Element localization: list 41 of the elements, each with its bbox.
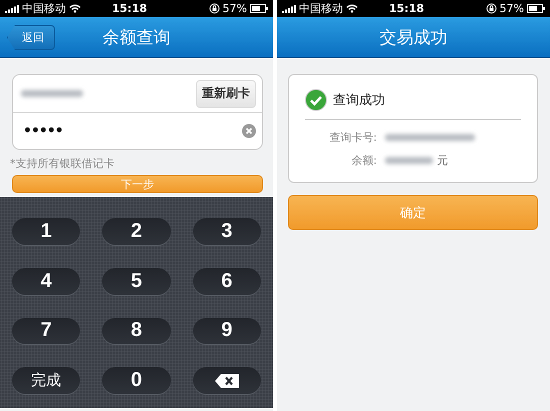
card-support-note: *支持所有银联借记卡 bbox=[10, 156, 116, 171]
carrier-name: 中国移动 bbox=[22, 1, 66, 16]
page-title: 余额查询 bbox=[102, 26, 170, 48]
keypad-key[interactable]: 6 bbox=[192, 268, 261, 294]
clock-time: 15:18 bbox=[389, 2, 426, 15]
currency-unit: 元 bbox=[437, 153, 448, 168]
carrier-name: 中国移动 bbox=[299, 1, 343, 16]
check-icon bbox=[305, 89, 327, 111]
swipe-card-button[interactable]: 重新刷卡 bbox=[196, 80, 256, 108]
blurred-card-number bbox=[21, 90, 83, 97]
clock-time: 15:18 bbox=[112, 2, 148, 15]
rotation-lock-icon bbox=[208, 3, 220, 14]
battery-level: 57% bbox=[222, 2, 247, 15]
result-title: 查询成功 bbox=[333, 92, 385, 109]
wifi-icon bbox=[69, 4, 81, 13]
keypad-key[interactable]: 7 bbox=[12, 318, 80, 344]
keypad-key[interactable]: 5 bbox=[102, 268, 171, 294]
rotation-lock-icon bbox=[486, 3, 497, 14]
backspace-icon bbox=[214, 374, 239, 388]
battery-level: 57% bbox=[500, 2, 524, 15]
balance-label: 余额: bbox=[350, 153, 377, 168]
signal-icon bbox=[5, 4, 19, 12]
keypad-key[interactable]: 8 bbox=[102, 318, 171, 344]
keypad-key[interactable]: 1 bbox=[12, 218, 80, 245]
card-number-label: 查询卡号: bbox=[328, 130, 377, 145]
done-key[interactable]: 完成 bbox=[12, 367, 80, 394]
delete-key[interactable] bbox=[192, 367, 261, 394]
keypad-key[interactable]: 4 bbox=[12, 268, 80, 294]
keypad-key[interactable]: 3 bbox=[192, 218, 261, 245]
page-title: 交易成功 bbox=[380, 26, 448, 48]
password-field[interactable]: ••••• bbox=[21, 122, 242, 140]
keypad-key[interactable]: 9 bbox=[192, 318, 261, 344]
back-button[interactable]: 返回 bbox=[7, 25, 55, 50]
signal-icon bbox=[282, 4, 296, 12]
blurred-balance bbox=[385, 157, 433, 164]
battery-icon bbox=[527, 4, 545, 13]
keypad-key[interactable]: 0 bbox=[102, 367, 171, 394]
battery-icon bbox=[250, 4, 268, 13]
clear-icon[interactable] bbox=[242, 124, 256, 138]
wifi-icon bbox=[346, 4, 358, 13]
keypad-key[interactable]: 2 bbox=[102, 218, 171, 245]
